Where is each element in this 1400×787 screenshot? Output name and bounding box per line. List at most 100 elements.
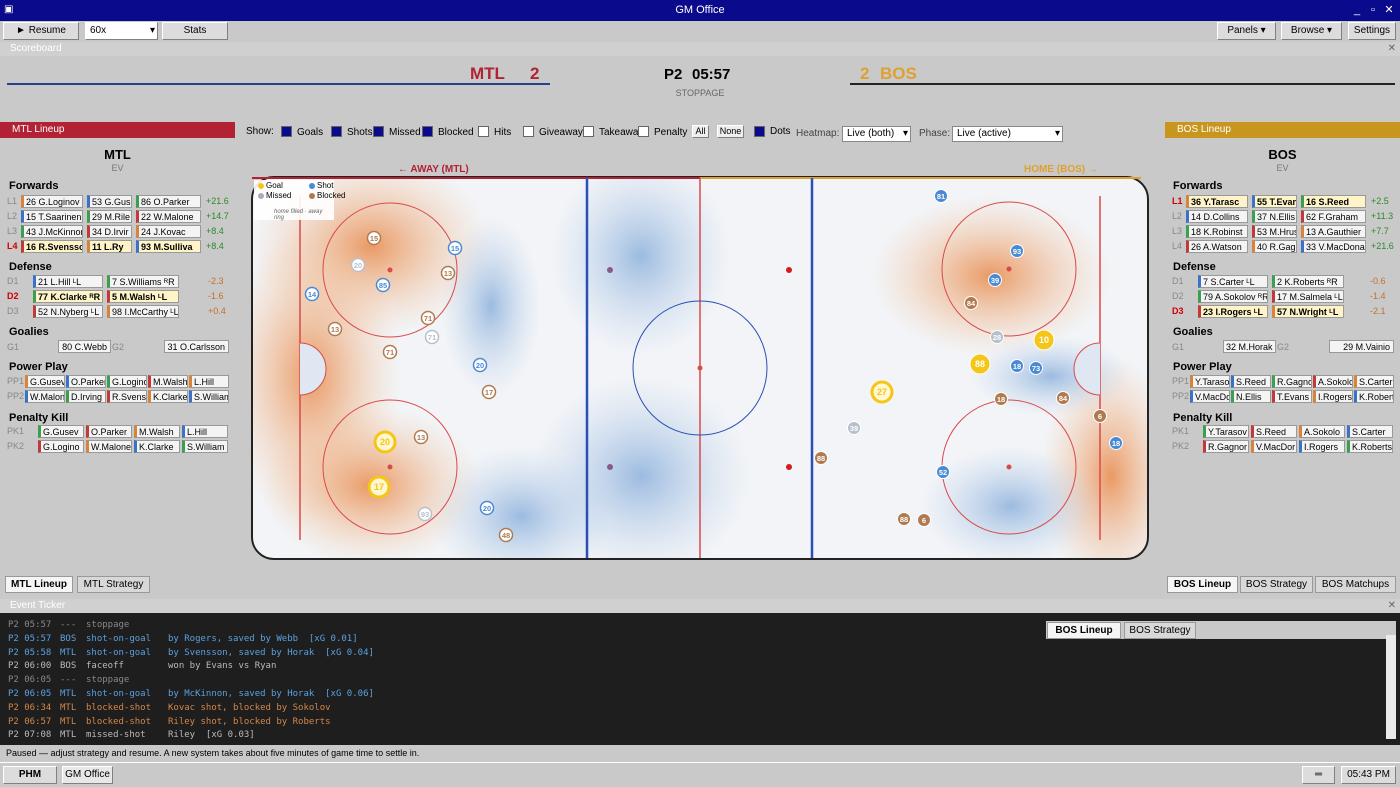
taskbar-app-gm-office[interactable]: GM Office [62,766,113,784]
player-chip[interactable]: G.Logino [107,375,147,388]
player-chip[interactable]: S.Carter [1347,425,1393,438]
player-chip[interactable]: 7 S.Williams ᴿR [107,275,179,288]
close-icon[interactable]: ✕ [1388,43,1396,54]
player-chip[interactable]: M.Walsh [134,425,180,438]
filter-checkbox[interactable] [373,126,384,137]
player-chip[interactable]: 14 D.Collins [1186,210,1248,223]
player-chip[interactable]: G.Gusev [38,425,84,438]
ticker-scrollbar[interactable] [1386,635,1396,739]
tab-mtl-lineup[interactable]: MTL Lineup [5,576,73,593]
filter-checkbox[interactable] [523,126,534,137]
player-chip[interactable]: O.Parker [66,375,106,388]
player-chip[interactable]: 7 S.Carter ᴸL [1198,275,1268,288]
phase-select[interactable]: Live (active) ▾ [952,126,1063,142]
tab-mtl-strategy[interactable]: MTL Strategy [77,576,150,593]
all-button[interactable]: All [692,125,709,138]
player-chip[interactable]: 26 A.Watson [1186,240,1248,253]
player-chip[interactable]: K.Clarke [134,440,180,453]
none-button[interactable]: None [717,125,744,138]
player-chip[interactable]: 11 L.Ry [87,240,132,253]
player-chip[interactable]: 36 Y.Tarasc [1186,195,1248,208]
player-chip[interactable]: 79 A.Sokolov ᴿR [1198,290,1268,303]
player-chip[interactable]: W.Malone [25,390,65,403]
player-chip[interactable]: 26 G.Loginov [21,195,83,208]
player-chip[interactable]: M.Walsh [148,375,188,388]
player-chip[interactable]: K.Roberts [1347,440,1393,453]
player-chip[interactable]: L.Hill [189,375,229,388]
player-chip[interactable]: 17 M.Salmela ᴸL [1272,290,1344,303]
player-chip[interactable]: 21 L.Hill ᴸL [33,275,103,288]
player-chip[interactable]: S.Reed [1231,375,1271,388]
dots-checkbox[interactable] [754,126,765,137]
player-chip[interactable]: I.Rogers [1313,390,1353,403]
player-chip[interactable]: W.Malone [86,440,132,453]
tab-bos-matchups[interactable]: BOS Matchups [1315,576,1396,593]
tab-bos-strategy[interactable]: BOS Strategy [1240,576,1313,593]
player-chip[interactable]: R.Gagnor [1272,375,1312,388]
player-chip[interactable]: K.Roberts [1354,390,1394,403]
filter-checkbox[interactable] [583,126,594,137]
player-chip[interactable]: K.Clarke [148,390,188,403]
player-chip[interactable]: 33 V.MacDona [1301,240,1366,253]
player-chip[interactable]: R.Gagnor [1203,440,1249,453]
player-chip[interactable]: V.MacDor [1251,440,1297,453]
player-chip[interactable]: 57 N.Wright ᴸL [1272,305,1344,318]
player-chip[interactable]: 15 T.Saarinen [21,210,83,223]
player-chip[interactable]: S.William [182,440,228,453]
rink-heatmap[interactable]: 15 20 13 85 14 15 71 71 13 71 20 17 20 17 13 93 20 48 81 93… [251,176,1149,560]
player-chip[interactable]: 29 M.Rile [87,210,132,223]
goalie-chip[interactable]: 32 M.Horak [1223,340,1276,353]
close-icon[interactable]: ✕ [1388,600,1396,611]
player-chip[interactable]: 53 G.Gus [87,195,132,208]
tab-bos-lineup[interactable]: BOS Lineup [1047,622,1121,639]
player-chip[interactable]: 86 O.Parker [136,195,201,208]
speed-select[interactable]: 60x ▾ [85,22,158,40]
player-chip[interactable]: I.Rogers [1299,440,1345,453]
resume-button[interactable]: ► Resume [3,22,79,40]
player-chip[interactable]: A.Sokolo [1299,425,1345,438]
player-chip[interactable]: T.Evans [1272,390,1312,403]
player-chip[interactable]: S.Carter [1354,375,1394,388]
player-chip[interactable]: 93 M.Sulliva [136,240,201,253]
player-chip[interactable]: O.Parker [86,425,132,438]
player-chip[interactable]: L.Hill [182,425,228,438]
player-chip[interactable]: A.Sokolo [1313,375,1353,388]
browse-button[interactable]: Browse ▾ [1281,22,1342,40]
player-chip[interactable]: 2 K.Roberts ᴿR [1272,275,1344,288]
close-button[interactable]: ✕ [1382,3,1396,17]
player-chip[interactable]: 22 W.Malone [136,210,201,223]
goalie-chip[interactable]: 80 C.Webb [58,340,111,353]
player-chip[interactable]: 13 A.Gauthier [1301,225,1366,238]
settings-button[interactable]: Settings [1348,22,1396,40]
player-chip[interactable]: 53 M.Hrusk [1252,225,1297,238]
filter-checkbox[interactable] [638,126,649,137]
tab-bos-lineup[interactable]: BOS Lineup [1167,576,1238,593]
filter-checkbox[interactable] [331,126,342,137]
player-chip[interactable]: V.MacDor [1190,390,1230,403]
filter-checkbox[interactable] [422,126,433,137]
filter-checkbox[interactable] [478,126,489,137]
player-chip[interactable]: 77 K.Clarke ᴿR [33,290,103,303]
filter-checkbox[interactable] [281,126,292,137]
maximize-button[interactable]: ▫ [1366,3,1380,17]
player-chip[interactable]: G.Logino [38,440,84,453]
player-chip[interactable]: Y.Tarasov [1203,425,1249,438]
stats-button[interactable]: Stats [162,22,228,40]
player-chip[interactable]: R.Svensso [107,390,147,403]
player-chip[interactable]: 43 J.McKinnon [21,225,83,238]
player-chip[interactable]: 18 K.Robinst [1186,225,1248,238]
player-chip[interactable]: 62 F.Graham [1301,210,1366,223]
player-chip[interactable]: S.Reed [1251,425,1297,438]
heatmap-select[interactable]: Live (both) ▾ [842,126,911,142]
panels-button[interactable]: Panels ▾ [1217,22,1276,40]
start-button[interactable]: PHM [3,766,57,784]
player-chip[interactable]: 34 D.Irvir [87,225,132,238]
player-chip[interactable]: 40 R.Gagnc [1252,240,1297,253]
player-chip[interactable]: G.Gusev [25,375,65,388]
goalie-chip[interactable]: 29 M.Vainio [1329,340,1394,353]
player-chip[interactable]: 5 M.Walsh ᴸL [107,290,179,303]
goalie-chip[interactable]: 31 O.Carlsson [164,340,229,353]
player-chip[interactable]: N.Ellis [1231,390,1271,403]
player-chip[interactable]: Y.Tarasov [1190,375,1230,388]
player-chip[interactable]: 16 S.Reed [1301,195,1366,208]
